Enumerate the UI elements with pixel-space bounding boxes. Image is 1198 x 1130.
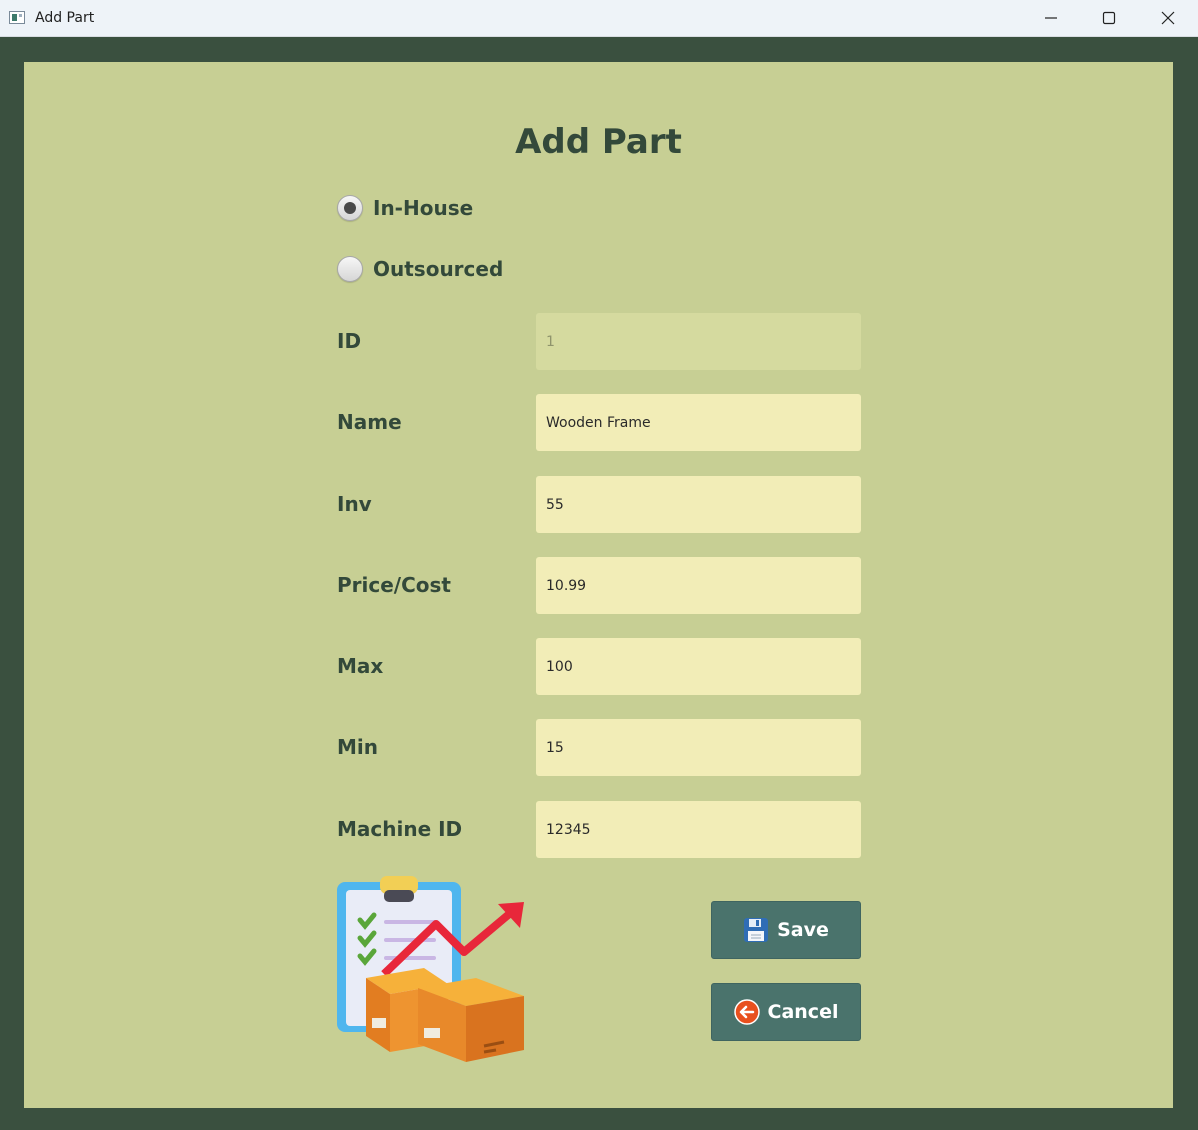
max-field[interactable] <box>536 638 861 695</box>
radio-label-in-house: In-House <box>373 196 474 220</box>
radio-button-selected[interactable] <box>337 195 363 221</box>
inventory-clipboard-boxes-illustration <box>337 876 524 1062</box>
radio-in-house[interactable]: In-House <box>337 195 473 221</box>
page-title: Add Part <box>515 122 682 162</box>
min-label: Min <box>337 735 378 759</box>
min-field[interactable] <box>536 719 861 776</box>
cancel-button[interactable]: Cancel <box>711 983 861 1041</box>
max-label: Max <box>337 654 384 678</box>
name-label: Name <box>337 410 402 434</box>
save-button[interactable]: Save <box>711 901 861 959</box>
price-field[interactable] <box>536 557 861 614</box>
cancel-button-label: Cancel <box>767 1001 839 1023</box>
price-label: Price/Cost <box>337 573 451 597</box>
inv-label: Inv <box>337 492 372 516</box>
back-arrow-icon <box>733 999 760 1025</box>
id-label: ID <box>337 329 362 353</box>
close-button[interactable] <box>1139 0 1197 37</box>
name-field[interactable] <box>536 394 861 451</box>
id-field <box>536 313 861 370</box>
form-panel: Add Part In-House Outsourced ID Name Inv… <box>24 62 1173 1108</box>
radio-outsourced[interactable]: Outsourced <box>337 256 503 282</box>
maximize-button[interactable] <box>1080 0 1138 37</box>
minimize-button[interactable] <box>1022 0 1080 37</box>
minimize-icon <box>1045 17 1057 19</box>
window-title: Add Part <box>35 10 95 26</box>
machine-id-label: Machine ID <box>337 817 463 841</box>
maximize-icon <box>1102 11 1116 25</box>
close-icon <box>1161 11 1175 25</box>
app-icon <box>9 11 25 24</box>
floppy-disk-icon <box>743 917 769 943</box>
radio-label-outsourced: Outsourced <box>373 257 504 281</box>
save-button-label: Save <box>777 919 829 941</box>
title-bar: Add Part <box>0 0 1198 37</box>
inv-field[interactable] <box>536 476 861 533</box>
machine-id-field[interactable] <box>536 801 861 858</box>
radio-button-unselected[interactable] <box>337 256 363 282</box>
